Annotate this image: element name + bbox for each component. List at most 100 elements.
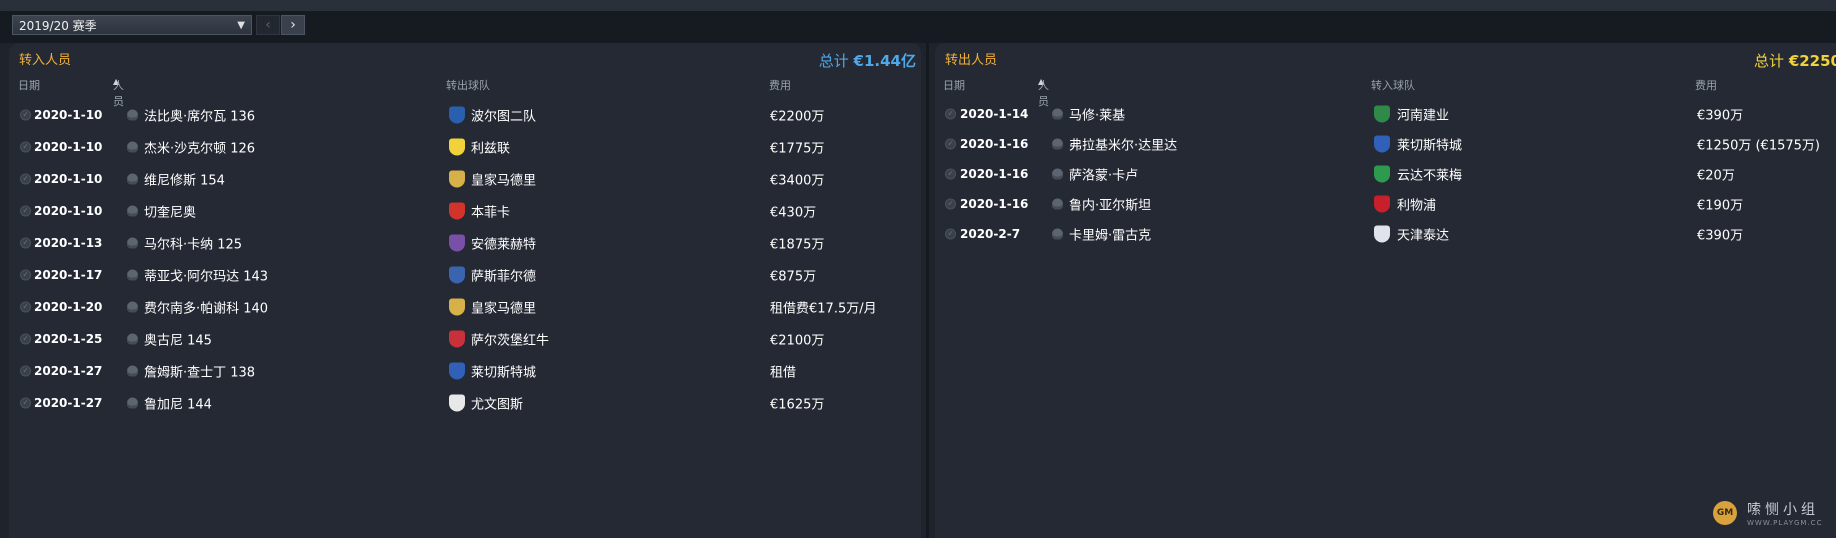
row-player-name[interactable]: 费尔南多·帕谢科 140 [144, 298, 268, 317]
row-player-name[interactable]: 蒂亚戈·阿尔玛达 143 [144, 266, 268, 285]
row-club-name[interactable]: 莱切斯特城 [1397, 135, 1462, 154]
table-row[interactable]: ✓ 2020-1-27 鲁加尼 144 尤文图斯 €1625万 [9, 387, 921, 419]
row-player-name[interactable]: 奥古尼 145 [144, 330, 212, 349]
row-date: 2020-1-25 [34, 332, 103, 346]
row-player-name[interactable]: 切奎尼奥 [144, 202, 196, 221]
row-fee: €2200万 [770, 109, 825, 125]
check-icon[interactable]: ✓ [20, 397, 31, 409]
chevron-right-icon: › [290, 17, 296, 33]
next-season-button[interactable]: › [281, 15, 305, 35]
row-fee: €20万 [1697, 168, 1735, 184]
column-to-club[interactable]: 转入球队 [1371, 77, 1415, 93]
table-row[interactable]: ✓ 2020-1-16 弗拉基米尔·达里达 莱切斯特城 €1250万 (€1575万) [935, 129, 1836, 159]
row-player-name[interactable]: 鲁内·亚尔斯坦 [1069, 195, 1151, 214]
club-crest-icon [449, 106, 465, 124]
watermark-text: 嗦恻小组 [1747, 502, 1819, 518]
check-icon[interactable]: ✓ [945, 168, 956, 180]
transfers-out-header: 转出人员 总计 €2250万 [935, 43, 1836, 77]
row-club-name[interactable]: 河南建业 [1397, 105, 1449, 124]
row-club-name[interactable]: 莱切斯特城 [471, 362, 536, 381]
row-club-name[interactable]: 利物浦 [1397, 195, 1436, 214]
column-fee[interactable]: 费用 [769, 77, 791, 93]
club-crest-icon [449, 362, 465, 380]
check-icon[interactable]: ✓ [20, 333, 31, 345]
row-club-name[interactable]: 萨尔茨堡红牛 [471, 330, 549, 349]
check-icon[interactable]: ✓ [20, 237, 31, 249]
top-strip [0, 0, 1836, 11]
row-date: 2020-1-27 [34, 364, 103, 378]
check-icon[interactable]: ✓ [20, 365, 31, 377]
player-avatar-icon [127, 365, 138, 377]
check-icon[interactable]: ✓ [20, 173, 31, 185]
row-player-name[interactable]: 马修·莱基 [1069, 105, 1125, 124]
table-row[interactable]: ✓ 2020-1-14 马修·莱基 河南建业 €390万 [935, 99, 1836, 129]
transfers-out-title: 转出人员 [945, 53, 998, 68]
row-club-name[interactable]: 安德莱赫特 [471, 234, 536, 253]
check-icon[interactable]: ✓ [20, 301, 31, 313]
row-fee: €1775万 [770, 141, 825, 157]
transfers-out-panel: 转出人员 总计 €2250万 日期 ▲人员 转入球队 费用 ✓ 2020-1-14… [935, 43, 1836, 538]
club-crest-icon [449, 298, 465, 316]
table-row[interactable]: ✓ 2020-2-7 卡里姆·雷古克 天津泰达 €390万 [935, 219, 1836, 249]
check-icon[interactable]: ✓ [945, 198, 956, 210]
column-fee[interactable]: 费用 [1695, 77, 1717, 93]
player-avatar-icon [127, 173, 138, 185]
table-row[interactable]: ✓ 2020-1-10 切奎尼奥 本菲卡 €430万 [9, 195, 921, 227]
table-row[interactable]: ✓ 2020-1-27 詹姆斯·查士丁 138 莱切斯特城 租借 [9, 355, 921, 387]
club-crest-icon [449, 330, 465, 348]
row-date: 2020-1-17 [34, 268, 103, 282]
table-row[interactable]: ✓ 2020-1-10 维尼修斯 154 皇家马德里 €3400万 [9, 163, 921, 195]
row-club-name[interactable]: 云达不莱梅 [1397, 165, 1462, 184]
table-row[interactable]: ✓ 2020-1-10 杰米·沙克尔顿 126 利兹联 €1775万 [9, 131, 921, 163]
row-club-name[interactable]: 天津泰达 [1397, 225, 1449, 244]
row-date: 2020-1-27 [34, 396, 103, 410]
column-date[interactable]: 日期 [943, 77, 965, 93]
check-icon[interactable]: ✓ [20, 269, 31, 281]
row-player-name[interactable]: 法比奥·席尔瓦 136 [144, 106, 255, 125]
row-player-name[interactable]: 鲁加尼 144 [144, 394, 212, 413]
row-club-name[interactable]: 萨斯菲尔德 [471, 266, 536, 285]
column-from-club[interactable]: 转出球队 [446, 77, 490, 93]
check-icon[interactable]: ✓ [945, 138, 956, 150]
check-icon[interactable]: ✓ [945, 228, 956, 240]
table-row[interactable]: ✓ 2020-1-20 费尔南多·帕谢科 140 皇家马德里 租借费€17.5万/月 [9, 291, 921, 323]
table-row[interactable]: ✓ 2020-1-13 马尔科·卡纳 125 安德莱赫特 €1875万 [9, 227, 921, 259]
table-row[interactable]: ✓ 2020-1-25 奥古尼 145 萨尔茨堡红牛 €2100万 [9, 323, 921, 355]
row-player-name[interactable]: 卡里姆·雷古克 [1069, 225, 1151, 244]
table-row[interactable]: ✓ 2020-1-16 萨洛蒙·卡卢 云达不莱梅 €20万 [935, 159, 1836, 189]
check-icon[interactable]: ✓ [20, 109, 31, 121]
column-date[interactable]: 日期 [18, 77, 40, 93]
row-club-name[interactable]: 波尔图二队 [471, 106, 536, 125]
watermark-logo: GM 嗦恻小组 WWW.PLAYGM.CC [1705, 497, 1835, 533]
row-club-name[interactable]: 利兹联 [471, 138, 510, 157]
table-row[interactable]: ✓ 2020-1-16 鲁内·亚尔斯坦 利物浦 €190万 [935, 189, 1836, 219]
table-row[interactable]: ✓ 2020-1-17 蒂亚戈·阿尔玛达 143 萨斯菲尔德 €875万 [9, 259, 921, 291]
player-avatar-icon [127, 109, 138, 121]
row-date: 2020-2-7 [960, 227, 1021, 241]
row-player-name[interactable]: 弗拉基米尔·达里达 [1069, 135, 1177, 154]
player-avatar-icon [1052, 168, 1063, 180]
row-date: 2020-1-16 [960, 197, 1029, 211]
check-icon[interactable]: ✓ [945, 108, 956, 120]
row-club-name[interactable]: 本菲卡 [471, 202, 510, 221]
season-select[interactable]: 2019/20 赛季 ▼ [12, 15, 252, 35]
row-player-name[interactable]: 维尼修斯 154 [144, 170, 225, 189]
player-avatar-icon [1052, 108, 1063, 120]
season-select-value: 2019/20 赛季 [19, 18, 97, 33]
row-player-name[interactable]: 詹姆斯·查士丁 138 [144, 362, 255, 381]
player-avatar-icon [127, 397, 138, 409]
row-player-name[interactable]: 杰米·沙克尔顿 126 [144, 138, 255, 157]
row-club-name[interactable]: 尤文图斯 [471, 394, 523, 413]
row-club-name[interactable]: 皇家马德里 [471, 298, 536, 317]
row-date: 2020-1-13 [34, 236, 103, 250]
club-crest-icon [1374, 165, 1390, 183]
row-player-name[interactable]: 马尔科·卡纳 125 [144, 234, 242, 253]
check-icon[interactable]: ✓ [20, 141, 31, 153]
chevron-left-icon: ‹ [265, 17, 271, 33]
table-row[interactable]: ✓ 2020-1-10 法比奥·席尔瓦 136 波尔图二队 €2200万 [9, 99, 921, 131]
row-player-name[interactable]: 萨洛蒙·卡卢 [1069, 165, 1138, 184]
club-crest-icon [449, 394, 465, 412]
prev-season-button[interactable]: ‹ [256, 15, 280, 35]
check-icon[interactable]: ✓ [20, 205, 31, 217]
row-club-name[interactable]: 皇家马德里 [471, 170, 536, 189]
